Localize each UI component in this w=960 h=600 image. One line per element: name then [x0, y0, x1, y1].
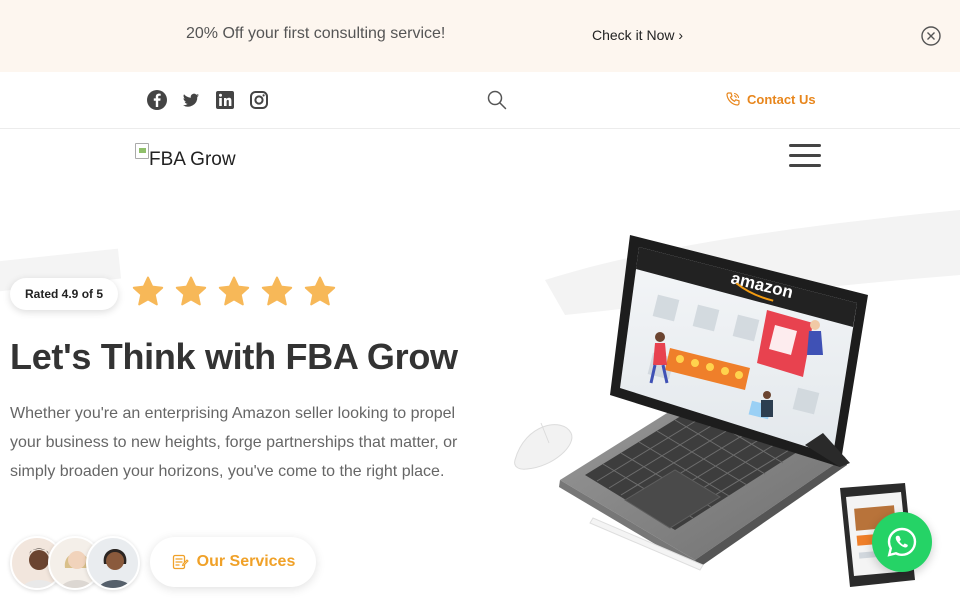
star-icon [261, 276, 293, 306]
hero-headline: Let's Think with FBA Grow [10, 336, 458, 377]
broken-image-icon [135, 143, 149, 159]
star-icon [304, 276, 336, 306]
rating-badge: Rated 4.9 of 5 [10, 278, 119, 310]
our-services-label: Our Services [196, 553, 296, 570]
search-icon[interactable] [485, 88, 509, 112]
rating-label: Rated 4.9 of 5 [25, 287, 104, 301]
rating-stars [132, 276, 336, 307]
avatar [86, 536, 140, 590]
phone-icon [726, 92, 740, 106]
our-services-button[interactable]: Our Services [150, 537, 316, 587]
logo-alt-text: FBA Grow [149, 149, 236, 170]
document-edit-icon [172, 554, 189, 570]
star-icon [218, 276, 250, 306]
close-icon[interactable] [920, 25, 942, 47]
customer-avatars [10, 536, 140, 592]
whatsapp-icon [887, 527, 917, 557]
linkedin-icon[interactable] [214, 89, 236, 111]
promo-check-link[interactable]: Check it Now › [592, 27, 683, 43]
promo-bar: 20% Off your first consulting service! C… [0, 0, 960, 72]
contact-us-link[interactable]: Contact Us [725, 91, 816, 107]
star-icon [132, 276, 164, 306]
contact-us-label: Contact Us [747, 91, 816, 107]
instagram-icon[interactable] [248, 89, 270, 111]
hero-description: Whether you're an enterprising Amazon se… [10, 405, 458, 480]
star-icon [175, 276, 207, 306]
whatsapp-chat-button[interactable] [872, 512, 932, 572]
promo-text: 20% Off your first consulting service! [186, 25, 446, 42]
utility-bar: Contact Us [0, 72, 960, 129]
facebook-icon[interactable] [146, 89, 168, 111]
menu-icon[interactable] [789, 144, 821, 170]
twitter-icon[interactable] [180, 89, 202, 111]
site-logo[interactable]: FBA Grow [135, 142, 236, 171]
